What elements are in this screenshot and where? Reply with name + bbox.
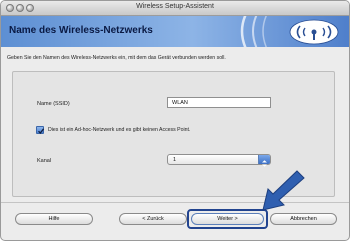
channel-label: Kanal — [37, 158, 52, 164]
adhoc-checkbox[interactable] — [36, 126, 45, 134]
next-button-highlight — [187, 209, 268, 229]
channel-select[interactable]: 1 — [167, 154, 271, 167]
back-button[interactable]: < Zurück — [119, 213, 187, 225]
channel-value: 1 — [173, 157, 177, 163]
checkmark-icon — [38, 128, 45, 134]
setup-window: Wireless Setup-Assistent Name des Wirele… — [0, 0, 350, 241]
select-arrows-icon — [258, 155, 270, 167]
title-bar: Wireless Setup-Assistent — [1, 1, 349, 16]
ssid-input[interactable]: WLAN — [167, 97, 271, 108]
instruction-text: Geben Sie den Namen des Wireless-Netzwer… — [7, 55, 226, 61]
adhoc-label: Dies ist ein Ad-hoc-Netzwerk und es gibt… — [48, 127, 191, 133]
wireless-signal-icon — [240, 16, 339, 47]
cancel-button[interactable]: Abbrechen — [270, 213, 337, 225]
blue-arrow-icon — [262, 170, 305, 211]
page-title: Name des Wireless-Netzwerks — [9, 25, 153, 36]
window-title: Wireless Setup-Assistent — [136, 3, 214, 10]
help-button[interactable]: Hilfe — [15, 213, 93, 225]
ssid-label: Name (SSID) — [37, 101, 70, 107]
header-banner: Name des Wireless-Netzwerks — [1, 16, 349, 47]
